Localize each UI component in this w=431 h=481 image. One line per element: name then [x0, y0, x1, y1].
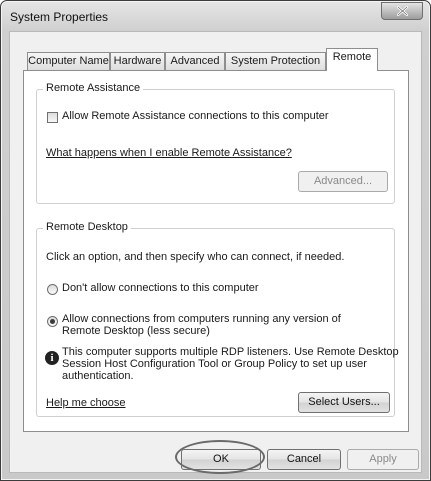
close-icon: [397, 6, 408, 16]
tab-system-protection[interactable]: System Protection: [225, 52, 326, 70]
select-users-button[interactable]: Select Users...: [298, 392, 390, 413]
remote-desktop-group: Remote Desktop Click an option, and then…: [36, 221, 399, 417]
rdp-info-line2: Session Host Configuration Tool or Group…: [62, 358, 367, 370]
title-bar[interactable]: System Properties: [1, 1, 430, 31]
apply-button[interactable]: Apply: [347, 449, 419, 470]
remote-assistance-group-label: Remote Assistance: [43, 82, 144, 94]
remote-assistance-help-link[interactable]: What happens when I enable Remote Assist…: [46, 147, 292, 159]
close-button[interactable]: [381, 2, 423, 20]
window-title: System Properties: [10, 10, 109, 24]
advanced-button[interactable]: Advanced...: [298, 171, 388, 192]
tab-remote[interactable]: Remote: [326, 48, 378, 71]
allow-remote-assistance-checkbox[interactable]: [47, 112, 58, 123]
remote-desktop-group-label: Remote Desktop: [43, 221, 131, 233]
allow-any-version-label-line1[interactable]: Allow connections from computers running…: [62, 313, 341, 325]
info-icon: i: [45, 351, 59, 365]
rdp-info-line3: authentication.: [62, 370, 134, 382]
ok-button[interactable]: OK: [181, 449, 261, 470]
allow-any-version-label-line2[interactable]: Remote Desktop (less secure): [62, 325, 210, 337]
remote-desktop-instruction: Click an option, and then specify who ca…: [46, 251, 345, 263]
rdp-info-line1: This computer supports multiple RDP list…: [62, 346, 399, 358]
allow-remote-assistance-label[interactable]: Allow Remote Assistance connections to t…: [62, 110, 329, 122]
tab-computer-name[interactable]: Computer Name: [27, 52, 110, 70]
help-me-choose-link[interactable]: Help me choose: [46, 397, 126, 409]
remote-assistance-group: Remote Assistance Allow Remote Assistanc…: [36, 82, 395, 204]
tab-hardware[interactable]: Hardware: [110, 52, 165, 70]
dont-allow-connections-radio[interactable]: [47, 284, 58, 295]
remote-tab-panel: Remote Assistance Allow Remote Assistanc…: [23, 70, 409, 432]
tab-advanced[interactable]: Advanced: [165, 52, 225, 70]
allow-any-version-radio[interactable]: [47, 316, 58, 327]
system-properties-window: System Properties Computer Name Hardware…: [0, 0, 431, 481]
dont-allow-connections-label[interactable]: Don't allow connections to this computer: [62, 282, 259, 294]
cancel-button[interactable]: Cancel: [267, 449, 341, 470]
